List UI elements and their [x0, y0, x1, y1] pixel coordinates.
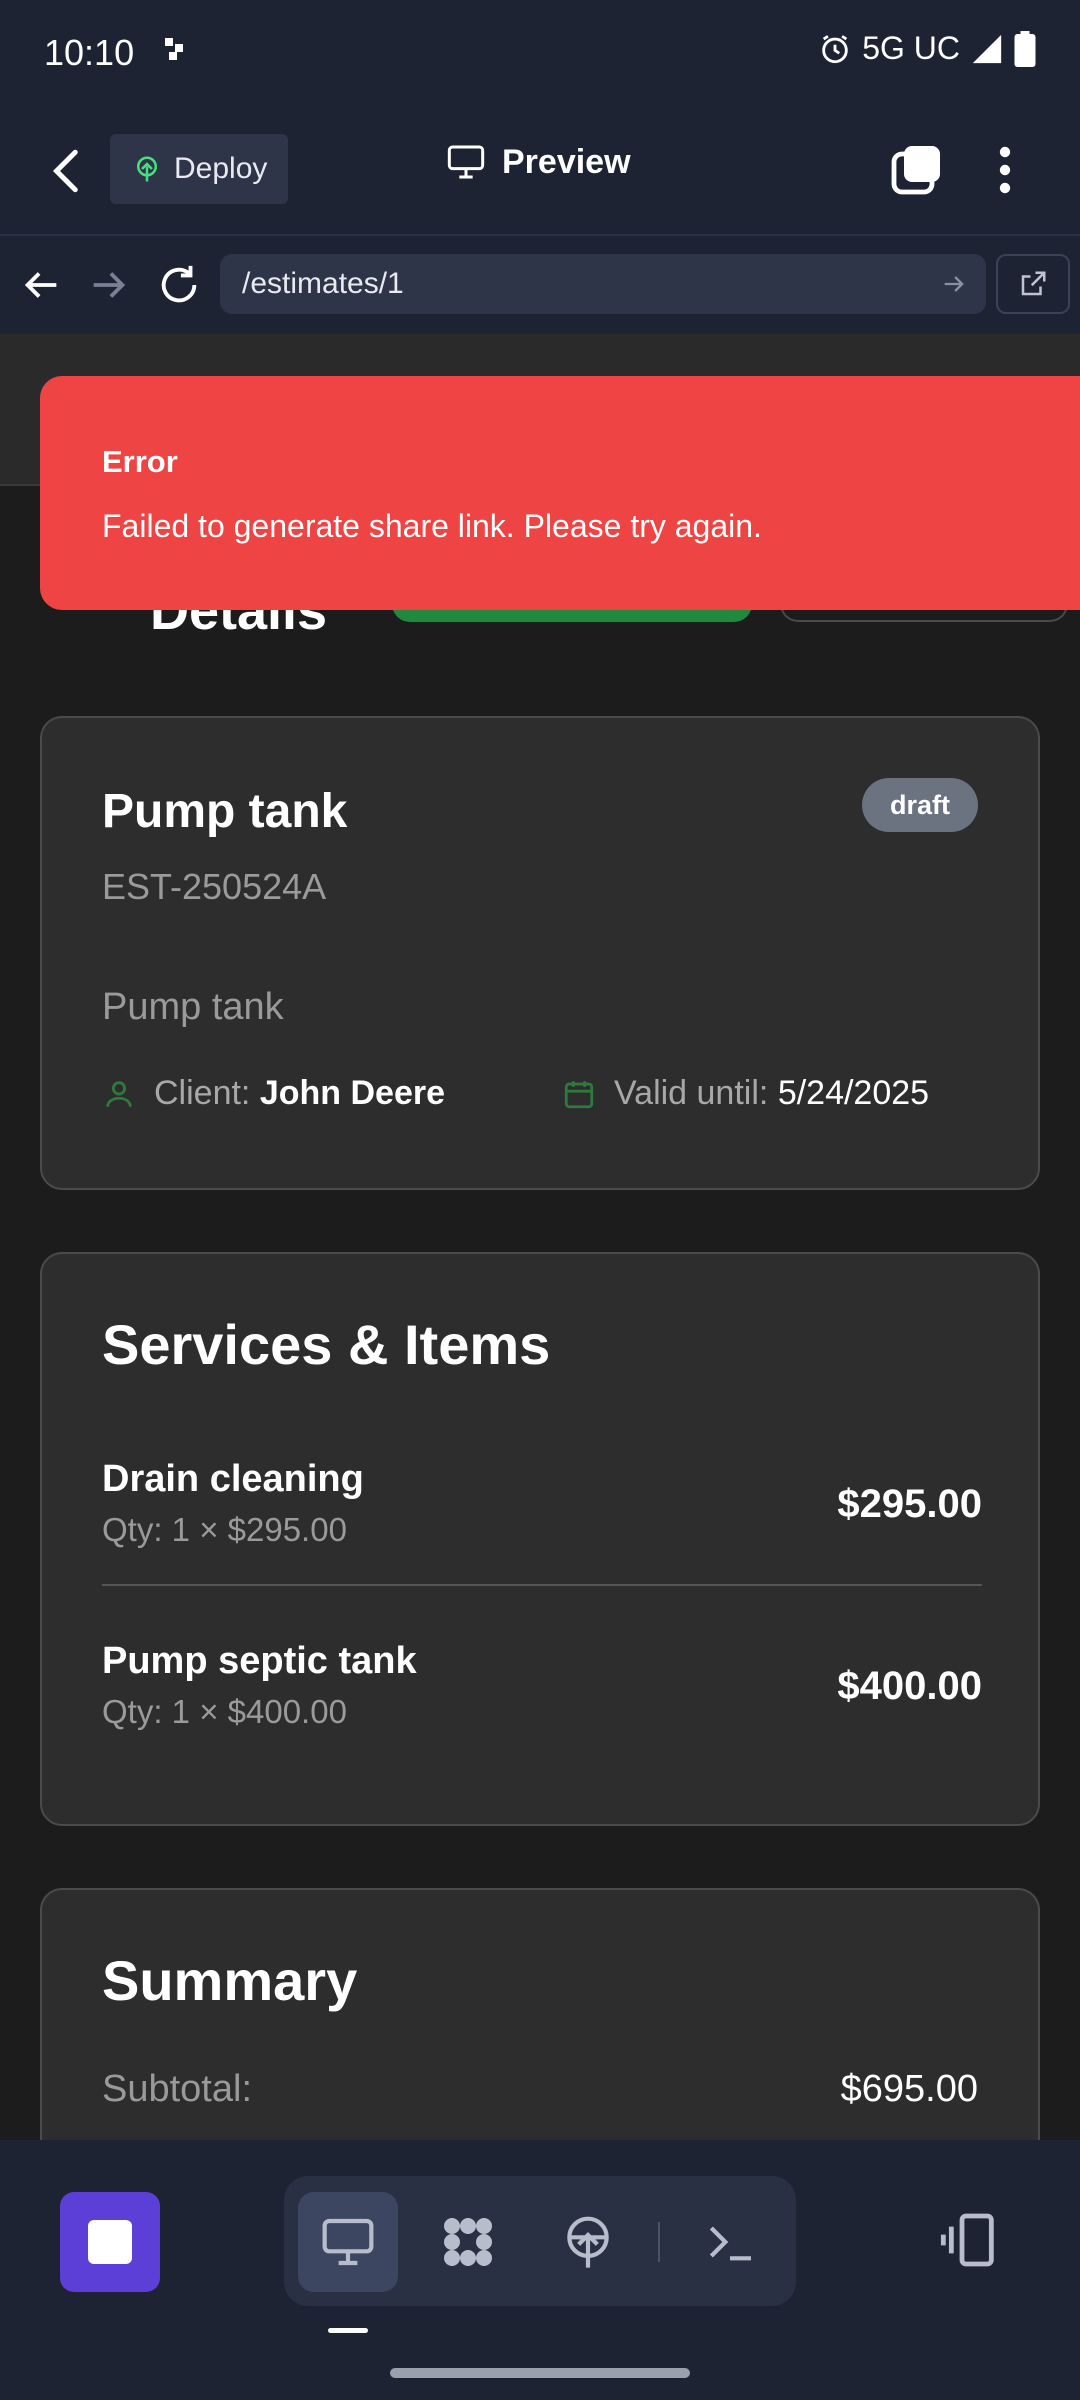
services-title: Services & Items	[102, 1313, 551, 1376]
list-item: Pump septic tank Qty: 1 × $400.00 $400.0…	[102, 1640, 982, 1731]
go-arrow-icon[interactable]	[940, 270, 968, 298]
valid-date: 5/24/2025	[777, 1074, 930, 1112]
service-amount: $400.00	[837, 1664, 982, 1708]
desktop-icon	[322, 2218, 374, 2266]
url-input[interactable]: /estimates/1	[220, 254, 986, 314]
toast-message: Failed to generate share link. Please tr…	[102, 508, 762, 544]
list-item: Drain cleaning Qty: 1 × $295.00 $295.00	[102, 1458, 982, 1549]
header-title: Preview	[502, 142, 631, 181]
panel-toggle-icon[interactable]	[938, 2208, 1002, 2272]
subtotal-value: $695.00	[840, 2068, 978, 2110]
estimate-number: EST-250524A	[102, 866, 327, 907]
estimate-card: Pump tank draft EST-250524A Pump tank Cl…	[40, 716, 1040, 1190]
tabs-icon[interactable]	[890, 144, 942, 196]
error-toast[interactable]: Error Failed to generate share link. Ple…	[40, 376, 1080, 610]
external-link-icon	[1021, 271, 1046, 296]
terminal-icon	[709, 2226, 751, 2261]
deploy-icon	[567, 2216, 609, 2268]
user-icon	[106, 1080, 132, 1107]
url-text: /estimates/1	[242, 267, 404, 300]
battery-icon	[1014, 30, 1036, 67]
estimate-description: Pump tank	[102, 986, 284, 1028]
browser-back-icon[interactable]	[18, 262, 64, 308]
home-indicator[interactable]	[390, 2368, 690, 2378]
tab-terminal[interactable]	[680, 2192, 780, 2292]
divider	[102, 1584, 982, 1586]
tab-preview[interactable]	[298, 2192, 398, 2292]
deploy-label: Deploy	[174, 152, 268, 185]
preview-title: Preview	[446, 142, 631, 182]
deploy-icon	[137, 156, 157, 182]
stop-icon	[88, 2220, 132, 2264]
monitor-icon	[447, 145, 485, 179]
status-indicators: 5G UC	[818, 30, 1036, 67]
reload-icon[interactable]	[156, 262, 202, 308]
browser-forward-icon[interactable]	[86, 262, 132, 308]
signal-icon	[972, 34, 1002, 63]
toast-title: Error	[102, 444, 178, 479]
services-card: Services & Items Drain cleaning Qty: 1 ×…	[40, 1252, 1040, 1826]
bottom-toolbar	[0, 2140, 1080, 2400]
tool-switcher	[284, 2176, 796, 2306]
more-menu-icon[interactable]	[990, 144, 1020, 196]
estimate-title: Pump tank	[102, 785, 348, 838]
status-bar: 10:10 5G UC	[0, 0, 1080, 106]
valid-until-row: Valid until: 5/24/2025	[562, 1074, 929, 1113]
alarm-icon	[822, 34, 848, 63]
summary-card: Summary Subtotal: $695.00	[40, 1888, 1040, 2140]
notification-icon	[165, 38, 183, 60]
client-name: John Deere	[259, 1074, 446, 1112]
valid-label: Valid until:	[614, 1074, 769, 1112]
client-label: Client:	[154, 1074, 251, 1112]
apps-icon	[444, 2218, 492, 2266]
stop-button[interactable]	[60, 2192, 160, 2292]
tab-deploy[interactable]	[538, 2192, 638, 2292]
status-badge: draft	[862, 778, 978, 832]
calendar-icon	[564, 1080, 594, 1108]
network-label: 5G UC	[862, 30, 960, 66]
client-row: Client: John Deere	[102, 1074, 445, 1113]
status-time: 10:10	[44, 32, 135, 73]
browser-bar: /estimates/1	[0, 236, 1080, 334]
app-header: Deploy Preview	[0, 106, 1080, 236]
tab-apps[interactable]	[418, 2192, 518, 2292]
summary-title: Summary	[102, 1949, 358, 2012]
open-external-button[interactable]	[996, 254, 1070, 314]
service-amount: $295.00	[837, 1482, 982, 1526]
subtotal-label: Subtotal:	[102, 2068, 252, 2110]
back-icon[interactable]	[44, 146, 94, 196]
active-tab-indicator	[328, 2328, 368, 2333]
deploy-button[interactable]: Deploy	[110, 134, 288, 204]
divider	[658, 2222, 660, 2262]
